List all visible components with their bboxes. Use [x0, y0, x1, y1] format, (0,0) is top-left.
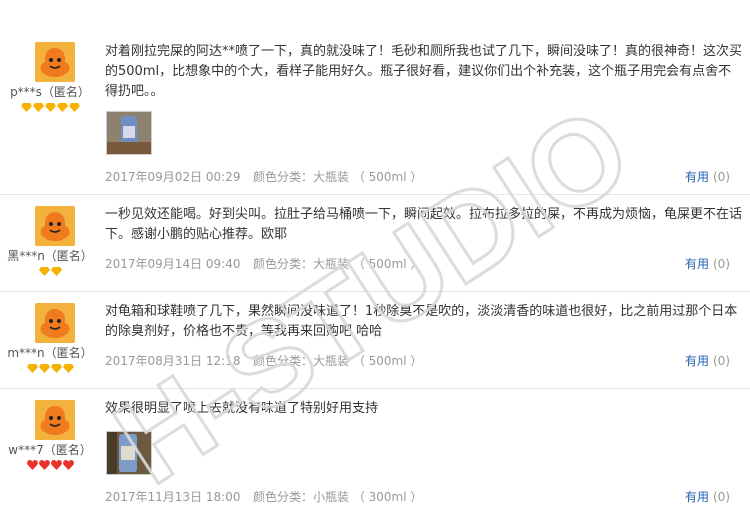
reviewer-name: m***n（匿名）	[7, 346, 93, 360]
useful-count: (0)	[713, 170, 730, 184]
review-meta: 2017年09月14日 09:40 颜色分类：大瓶装 （ 500ml ） 有用 (…	[105, 256, 744, 272]
review-text: 效果很明显了喷上去就没有味道了特别好用支持	[105, 401, 379, 416]
reviewer-rank	[0, 266, 100, 278]
review-spec: 颜色分类：大瓶装 （ 500ml ）	[253, 257, 423, 271]
reviewer-rank	[0, 363, 100, 375]
review-item: w***7（匿名） 效果很明显了喷上去就没有味道了特别好用支持 2017年11月…	[0, 389, 750, 512]
diamond-icon	[38, 364, 50, 373]
useful-count: (0)	[713, 257, 730, 271]
diamond-icon	[50, 267, 62, 276]
reviewer-name: w***7（匿名）	[8, 443, 92, 457]
avatar[interactable]	[35, 206, 75, 246]
review-meta: 2017年08月31日 12:18 颜色分类：大瓶装 （ 500ml ） 有用 (…	[105, 353, 744, 369]
review-item: m***n（匿名） 对龟箱和球鞋喷了几下，果然瞬间没味道了！1秒除臭不是吹的，淡…	[0, 292, 750, 389]
avatar[interactable]	[35, 42, 75, 82]
useful-count: (0)	[713, 354, 730, 368]
reviewer-name: p***s（匿名）	[10, 85, 90, 99]
review-item: 黑***n（匿名） 一秒见效还能喝。好到尖叫。拉肚子给马桶喷一下，瞬间起效。拉布…	[0, 195, 750, 292]
review-meta: 2017年09月02日 00:29 颜色分类：大瓶装 （ 500ml ） 有用 (…	[105, 169, 744, 185]
useful-button[interactable]: 有用	[685, 257, 709, 271]
useful-control: 有用 (0)	[685, 489, 730, 505]
diamond-icon	[62, 364, 74, 373]
review-meta: 2017年11月13日 18:00 颜色分类：小瓶装 （ 300ml ） 有用 (…	[105, 489, 744, 505]
review-item: p***s（匿名） 对着刚拉完屎的阿达**喷了一下，真的就没味了！毛砂和厕所我也…	[0, 0, 750, 195]
useful-button[interactable]: 有用	[685, 490, 709, 504]
useful-count: (0)	[713, 490, 730, 504]
reviewer-rank	[0, 102, 100, 114]
useful-button[interactable]: 有用	[685, 170, 709, 184]
review-text: 对龟箱和球鞋喷了几下，果然瞬间没味道了！1秒除臭不是吹的，淡淡清香的味道也很好，…	[105, 304, 738, 339]
useful-control: 有用 (0)	[685, 256, 730, 272]
review-date: 2017年09月14日 09:40	[105, 257, 241, 271]
useful-control: 有用 (0)	[685, 169, 730, 185]
useful-button[interactable]: 有用	[685, 354, 709, 368]
diamond-icon	[56, 103, 68, 112]
avatar[interactable]	[35, 400, 75, 440]
review-spec: 颜色分类：大瓶装 （ 500ml ）	[253, 170, 423, 184]
review-spec: 颜色分类：大瓶装 （ 500ml ）	[253, 354, 423, 368]
reviewer-name: 黑***n（匿名）	[7, 249, 93, 263]
useful-control: 有用 (0)	[685, 353, 730, 369]
heart-icon	[50, 460, 62, 470]
reviewer-rank	[0, 460, 100, 472]
diamond-icon	[20, 103, 32, 112]
review-date: 2017年09月02日 00:29	[105, 170, 241, 184]
diamond-icon	[26, 364, 38, 373]
review-photo[interactable]	[106, 431, 152, 475]
review-text: 一秒见效还能喝。好到尖叫。拉肚子给马桶喷一下，瞬间起效。拉布拉多拉的屎，不再成为…	[105, 207, 743, 242]
review-photo[interactable]	[106, 111, 152, 155]
heart-icon	[38, 460, 50, 470]
heart-icon	[26, 460, 38, 470]
diamond-icon	[50, 364, 62, 373]
diamond-icon	[44, 103, 56, 112]
review-date: 2017年11月13日 18:00	[105, 490, 241, 504]
avatar[interactable]	[35, 303, 75, 343]
heart-icon	[62, 460, 74, 470]
review-date: 2017年08月31日 12:18	[105, 354, 241, 368]
review-text: 对着刚拉完屎的阿达**喷了一下，真的就没味了！毛砂和厕所我也试了几下，瞬间没味了…	[105, 44, 743, 99]
diamond-icon	[32, 103, 44, 112]
diamond-icon	[68, 103, 80, 112]
diamond-icon	[38, 267, 50, 276]
review-spec: 颜色分类：小瓶装 （ 300ml ）	[253, 490, 423, 504]
